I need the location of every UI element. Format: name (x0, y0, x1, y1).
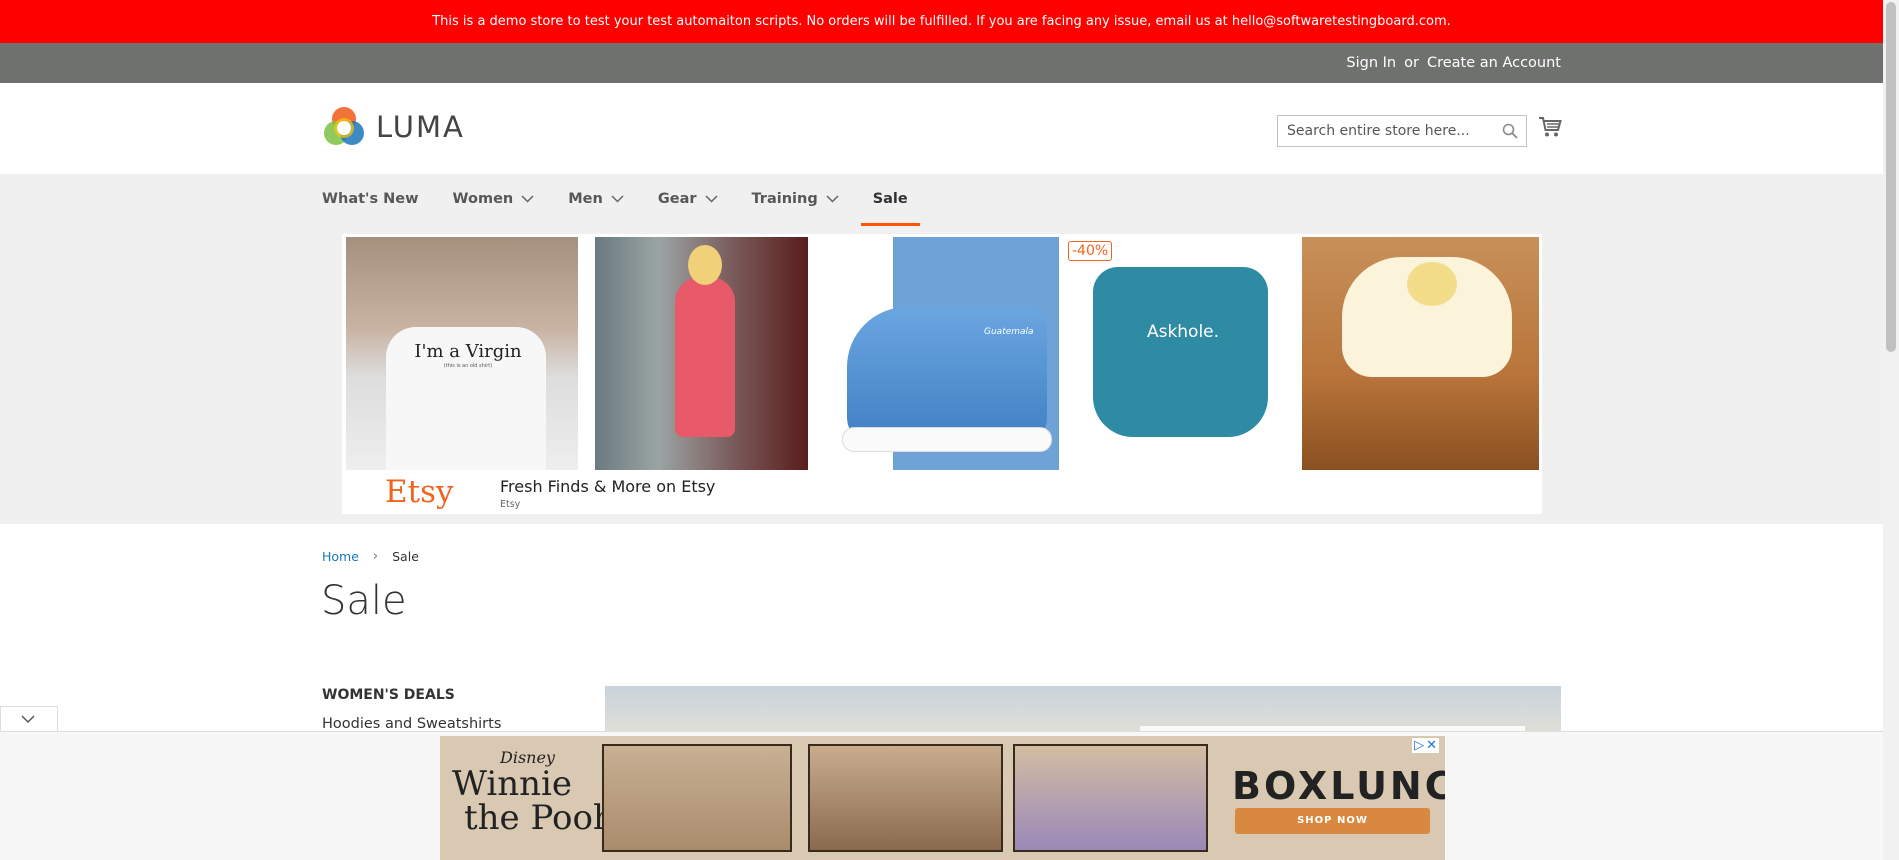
main-nav: What's New Women Men Gear Training Sale (322, 174, 954, 226)
nav-gear[interactable]: Gear (658, 174, 718, 224)
cart-icon (1539, 117, 1562, 137)
create-account-link[interactable]: Create an Account (1427, 55, 1561, 71)
page-title: Sale (321, 578, 407, 624)
sign-in-link[interactable]: Sign In (1346, 55, 1396, 71)
shop-now-button[interactable]: SHOP NOW (1235, 808, 1430, 834)
chevron-down-icon (521, 195, 534, 203)
title-line-2: the Pooh (464, 798, 615, 838)
nav-label: Training (751, 191, 818, 207)
search-input[interactable] (1278, 116, 1488, 146)
nav-label: Men (568, 191, 603, 207)
luma-logo-icon (324, 107, 364, 145)
banana-graphic (1407, 262, 1457, 306)
etsy-ad-banner[interactable]: ▷✕ I'm a Virgin (this is an old shirt) G… (342, 234, 1542, 514)
shirt-text: Askhole. (1146, 322, 1220, 342)
top-bar: Sign In or Create an Account (0, 43, 1883, 83)
or-separator: or (1404, 55, 1419, 71)
sneaker-sole (842, 427, 1052, 452)
breadcrumb: Home › Sale (322, 549, 419, 564)
shirt-subtext: (this is an old shirt) (443, 363, 493, 369)
sidebar-link-hoodies[interactable]: Hoodies and Sweatshirts (322, 716, 501, 732)
sneaker-text: Guatemala (984, 327, 1034, 337)
nav-label: What's New (322, 191, 419, 207)
nav-training[interactable]: Training (752, 174, 839, 224)
nav-label: Gear (657, 191, 697, 207)
chevron-down-icon (826, 195, 839, 203)
ad-product-tshirt-white[interactable]: I'm a Virgin (this is an old shirt) (346, 237, 578, 470)
site-header: LUMA (0, 83, 1883, 174)
nav-women[interactable]: Women (453, 174, 535, 224)
search-box (1277, 115, 1527, 147)
nav-men[interactable]: Men (568, 174, 624, 224)
discount-badge: -40% (1068, 241, 1113, 261)
breadcrumb-home[interactable]: Home (322, 549, 359, 564)
ad-product-sneaker[interactable]: Guatemala (822, 237, 1059, 470)
nav-sale[interactable]: Sale (860, 174, 920, 226)
shirt-graphic (1093, 267, 1268, 437)
ad-model-photo-2 (808, 744, 1003, 852)
nav-whats-new[interactable]: What's New (322, 174, 419, 224)
ad-product-dessert[interactable] (1302, 237, 1539, 470)
collapse-ad-button[interactable] (0, 706, 58, 732)
scrollbar-thumb[interactable] (1886, 2, 1896, 352)
ad-title[interactable]: Fresh Finds & More on Etsy (500, 477, 715, 496)
store-logo[interactable]: LUMA (322, 105, 465, 149)
chevron-right-icon: › (372, 549, 379, 564)
ad-product-red-dress[interactable] (595, 237, 808, 470)
minicart-button[interactable] (1538, 116, 1562, 142)
boxlunch-ad-banner[interactable]: Disney Winnie the Pooh BOXLUNCH SHOP NOW… (440, 736, 1445, 860)
chevron-down-icon (21, 715, 35, 724)
close-icon[interactable]: ✕ (1426, 738, 1437, 753)
chevron-down-icon (704, 195, 718, 203)
ad-info-icon[interactable]: ▷ (1414, 738, 1424, 753)
winnie-the-pooh-title: Disney Winnie the Pooh (452, 748, 615, 835)
ad-model-photo-1 (602, 744, 792, 852)
nav-label: Women (452, 191, 514, 207)
chevron-down-icon (611, 195, 624, 203)
ad-choices[interactable]: ▷✕ (1412, 738, 1439, 753)
etsy-logo: Etsy (385, 474, 454, 510)
ad-subtitle: Etsy (500, 499, 521, 510)
title-line-1: Winnie (452, 764, 573, 804)
account-links: Sign In or Create an Account (1346, 43, 1561, 83)
shirt-text: I'm a Virgin (414, 341, 522, 362)
ad-product-askhole-shirt[interactable]: Askhole. -40% (1063, 237, 1296, 470)
dress-figure (675, 277, 735, 437)
page-scrollbar[interactable] (1883, 0, 1899, 860)
breadcrumb-current: Sale (392, 549, 419, 564)
logo-text: LUMA (376, 110, 465, 144)
demo-store-notice: This is a demo store to test your test a… (0, 0, 1883, 43)
head-figure (688, 245, 722, 285)
search-icon[interactable] (1502, 123, 1518, 143)
boxlunch-logo: BOXLUNCH (1232, 764, 1445, 808)
ad-footer[interactable]: Etsy Fresh Finds & More on Etsy Etsy (342, 470, 1542, 514)
ad-model-photo-3 (1013, 744, 1208, 852)
womens-deals-heading: WOMEN'S DEALS (322, 687, 455, 703)
nav-label: Sale (872, 191, 908, 207)
